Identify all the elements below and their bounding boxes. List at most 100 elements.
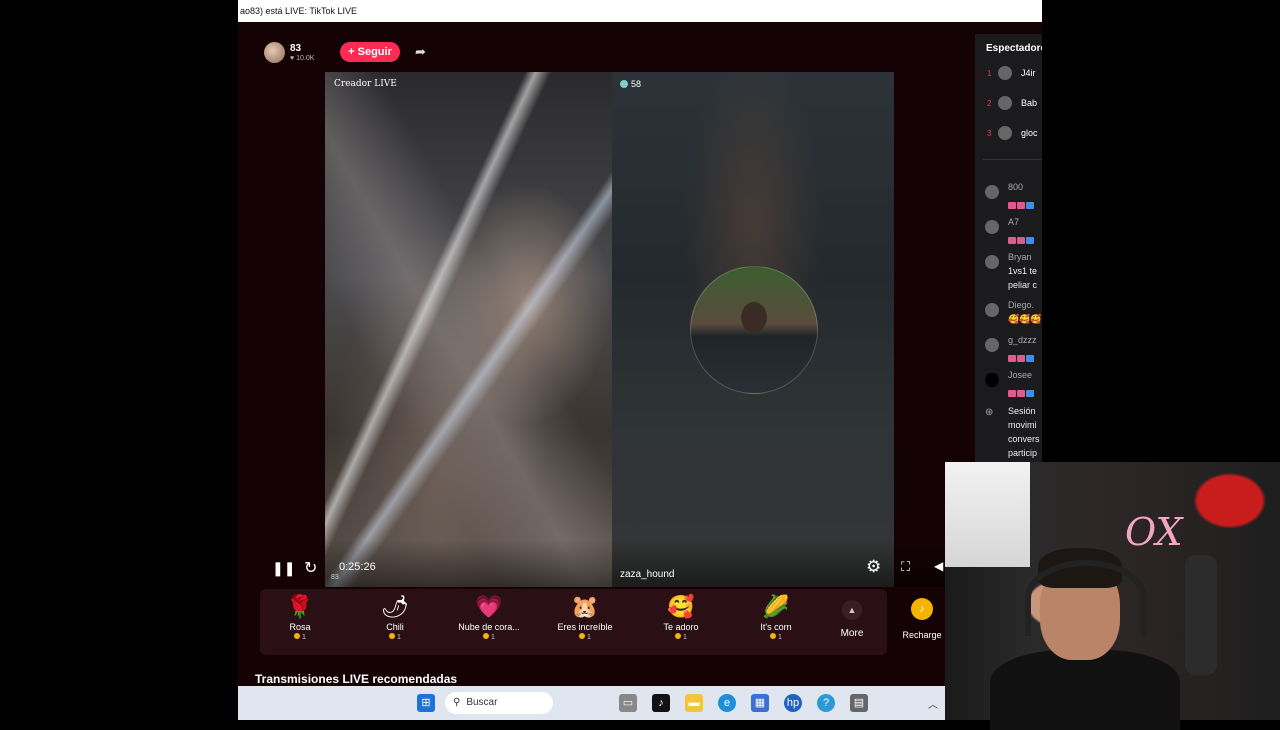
volume-icon[interactable]: ◀ xyxy=(934,559,943,573)
user-badges xyxy=(1008,196,1035,214)
user-badges xyxy=(1008,349,1035,367)
guest-avatar xyxy=(690,266,818,394)
avatar xyxy=(998,126,1012,140)
user-badges xyxy=(1008,384,1035,402)
recharge-button[interactable]: ♪ Recharge xyxy=(902,598,942,640)
share-icon[interactable]: ➦ xyxy=(415,44,426,60)
coin-icon xyxy=(579,633,586,639)
host-video xyxy=(325,72,612,587)
gift-price: 1 xyxy=(731,633,821,641)
coin-icon xyxy=(770,633,777,639)
settings-icon[interactable]: ⚙ xyxy=(866,557,881,577)
gift-price: 1 xyxy=(636,633,726,641)
gift-name: It's corn xyxy=(760,622,792,632)
gift-item[interactable]: 🐹 Eres increíble 1 xyxy=(540,589,630,655)
search-icon: ⚲ xyxy=(453,697,461,708)
info-icon: ⊛ xyxy=(985,407,994,418)
chevron-up-icon[interactable]: ︿ xyxy=(928,696,938,711)
session-line: particip xyxy=(1008,448,1038,458)
love-face-icon: 🥰 xyxy=(667,594,695,619)
more-label: More xyxy=(840,628,864,639)
store-icon[interactable]: ▦ xyxy=(751,694,769,712)
microphone-image xyxy=(1185,555,1217,675)
hp-icon[interactable]: hp xyxy=(784,694,802,712)
session-line: Sesión xyxy=(1008,406,1036,416)
ranked-viewer-name[interactable]: gloc xyxy=(1021,128,1038,138)
gift-item[interactable]: 🥰 Te adoro 1 xyxy=(636,589,726,655)
user-badges xyxy=(1008,231,1035,249)
follow-button[interactable]: + Seguir xyxy=(340,42,400,62)
avatar xyxy=(998,96,1012,110)
corn-icon: 🌽 xyxy=(762,594,790,619)
avatar xyxy=(985,185,999,199)
taskbar-search[interactable]: ⚲ Buscar xyxy=(445,692,553,714)
tiktok-icon[interactable]: ♪ xyxy=(652,694,670,712)
comment-author[interactable]: Josee xyxy=(1008,370,1032,380)
host-avatar[interactable] xyxy=(264,42,285,63)
comment-emojis: 🥰🥰🥰 xyxy=(1008,314,1042,324)
divider xyxy=(983,159,1042,160)
comment-author[interactable]: Diego. xyxy=(1008,300,1034,310)
gift-name: Te adoro xyxy=(663,622,699,632)
gift-price: 1 xyxy=(255,633,345,641)
ranked-viewer-name[interactable]: J4ir xyxy=(1021,68,1036,78)
host-count: 83 xyxy=(290,43,302,54)
gift-price: 1 xyxy=(444,633,534,641)
windows-start-icon[interactable]: ⊞ xyxy=(417,694,435,712)
more-gifts-button[interactable]: ▲ More xyxy=(836,600,868,639)
edge-icon[interactable]: e xyxy=(718,694,736,712)
avatar xyxy=(985,338,999,352)
session-line: movimi xyxy=(1008,420,1037,430)
gift-item[interactable]: 🌹 Rosa 1 xyxy=(255,589,345,655)
gift-item[interactable]: 🌶 Chili 1 xyxy=(350,589,440,655)
streamer-body xyxy=(990,650,1180,730)
session-line: convers xyxy=(1008,434,1040,444)
comment-author[interactable]: g_dzzz xyxy=(1008,335,1037,345)
file-explorer-icon[interactable]: ▬ xyxy=(685,694,703,712)
refresh-icon[interactable]: ↻ xyxy=(304,558,317,578)
chevron-up-icon: ▲ xyxy=(842,600,862,620)
guest-name[interactable]: zaza_hound xyxy=(620,569,675,580)
gift-item[interactable]: 💗 Nube de cora... 1 xyxy=(444,589,534,655)
host-likes: ♥ 10.0K xyxy=(290,55,315,62)
comment-author[interactable]: Bryan xyxy=(1008,252,1032,262)
avatar xyxy=(998,66,1012,80)
task-view-icon[interactable]: ▭ xyxy=(619,694,637,712)
gift-name: Nube de cora... xyxy=(458,622,520,632)
hamster-icon: 🐹 xyxy=(571,594,599,619)
coin-icon xyxy=(294,633,301,639)
app-icon[interactable]: ? xyxy=(817,694,835,712)
recommended-heading: Transmisiones LIVE recomendadas xyxy=(255,672,458,686)
rank-number: 2 xyxy=(987,99,992,108)
taskbar xyxy=(238,686,1042,720)
gift-bar: 🌹 Rosa 1 🌶 Chili 1 💗 Nube de cora... 1 🐹… xyxy=(260,589,887,655)
pause-icon[interactable]: ❚❚ xyxy=(272,560,295,577)
elapsed-time: 0:25:26 xyxy=(339,561,376,573)
avatar xyxy=(985,373,999,387)
coin-icon: ♪ xyxy=(911,598,933,620)
recharge-label: Recharge xyxy=(902,630,942,640)
coin-icon xyxy=(675,633,682,639)
search-placeholder: Buscar xyxy=(466,697,498,708)
avatar xyxy=(985,220,999,234)
viewer-count: 58 xyxy=(631,79,642,89)
coin-icon xyxy=(483,633,490,639)
comment-text: peliar c xyxy=(1008,280,1038,290)
fullscreen-icon[interactable]: ⛶ xyxy=(901,559,910,575)
viewers-panel: Espectadores 1 J4ir 2 Bab 3 gloc 800 A7 … xyxy=(975,34,1042,462)
comment-author[interactable]: 800 xyxy=(1008,182,1023,192)
app-window-icon[interactable]: ▤ xyxy=(850,694,868,712)
webcam-shelf xyxy=(945,462,1030,567)
gift-item[interactable]: 🌽 It's corn 1 xyxy=(731,589,821,655)
rank-number: 1 xyxy=(987,69,992,78)
chili-icon: 🌶 xyxy=(381,594,409,619)
avatar xyxy=(985,255,999,269)
coin-icon xyxy=(389,633,396,639)
gift-price: 1 xyxy=(350,633,440,641)
rank-number: 3 xyxy=(987,129,992,138)
comment-author[interactable]: A7 xyxy=(1008,217,1019,227)
avatar xyxy=(985,303,999,317)
ranked-viewer-name[interactable]: Bab xyxy=(1021,98,1037,108)
gift-name: Chili xyxy=(386,622,404,632)
viewer-dot-icon xyxy=(620,80,628,88)
